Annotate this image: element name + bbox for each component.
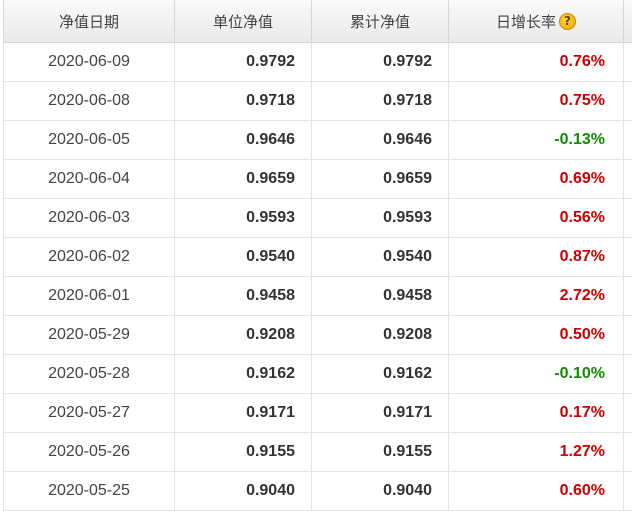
header-daily-growth: 日增长率? <box>448 0 624 43</box>
cell-date: 2020-05-29 <box>3 315 175 355</box>
header-row: 净值日期 单位净值 累计净值 日增长率? <box>3 0 632 43</box>
table-row: 2020-05-29 0.9208 0.9208 0.50% <box>3 315 632 355</box>
cell-accumulated-nav: 0.9162 <box>311 354 449 394</box>
cell-extra <box>623 354 632 394</box>
header-unit-nav: 单位净值 <box>174 0 312 43</box>
cell-unit-nav: 0.9155 <box>174 432 312 472</box>
cell-daily-growth: 0.76% <box>448 42 624 82</box>
cell-daily-growth: 0.75% <box>448 81 624 121</box>
cell-date: 2020-05-26 <box>3 432 175 472</box>
cell-date: 2020-05-25 <box>3 471 175 511</box>
question-mark-icon[interactable]: ? <box>559 12 576 30</box>
cell-daily-growth: 0.17% <box>448 393 624 433</box>
cell-unit-nav: 0.9040 <box>174 471 312 511</box>
header-daily-growth-label: 日增长率 <box>495 12 556 31</box>
cell-accumulated-nav: 0.9171 <box>311 393 449 433</box>
cell-unit-nav: 0.9540 <box>174 237 312 277</box>
table-row: 2020-06-08 0.9718 0.9718 0.75% <box>3 81 632 121</box>
cell-daily-growth: 0.60% <box>448 471 624 511</box>
cell-daily-growth: 0.69% <box>448 159 624 199</box>
cell-daily-growth: 0.50% <box>448 315 624 355</box>
cell-unit-nav: 0.9718 <box>174 81 312 121</box>
cell-accumulated-nav: 0.9208 <box>311 315 449 355</box>
table-row: 2020-06-01 0.9458 0.9458 2.72% <box>3 276 632 316</box>
table-body: 2020-06-09 0.9792 0.9792 0.76% 2020-06-08 0.9… <box>3 42 632 511</box>
cell-unit-nav: 0.9659 <box>174 159 312 199</box>
cell-extra <box>623 432 632 472</box>
cell-extra <box>623 81 632 121</box>
table-row: 2020-06-05 0.9646 0.9646 -0.13% <box>3 120 632 160</box>
table-row: 2020-05-28 0.9162 0.9162 -0.10% <box>3 354 632 394</box>
cell-daily-growth: -0.10% <box>448 354 624 394</box>
cell-daily-growth: 2.72% <box>448 276 624 316</box>
table-row: 2020-05-27 0.9171 0.9171 0.17% <box>3 393 632 433</box>
table-row: 2020-06-09 0.9792 0.9792 0.76% <box>3 42 632 82</box>
cell-extra <box>623 120 632 160</box>
cell-extra <box>623 315 632 355</box>
nav-history-table: 净值日期 单位净值 累计净值 日增长率? 2020-06-09 0.9792 0.9… <box>3 0 632 511</box>
cell-date: 2020-05-28 <box>3 354 175 394</box>
cell-accumulated-nav: 0.9659 <box>311 159 449 199</box>
header-extra-column <box>623 0 632 43</box>
cell-extra <box>623 198 632 238</box>
cell-extra <box>623 276 632 316</box>
cell-extra <box>623 159 632 199</box>
cell-accumulated-nav: 0.9646 <box>311 120 449 160</box>
cell-accumulated-nav: 0.9040 <box>311 471 449 511</box>
cell-date: 2020-05-27 <box>3 393 175 433</box>
cell-daily-growth: 0.56% <box>448 198 624 238</box>
table-row: 2020-05-25 0.9040 0.9040 0.60% <box>3 471 632 511</box>
cell-date: 2020-06-05 <box>3 120 175 160</box>
cell-accumulated-nav: 0.9155 <box>311 432 449 472</box>
cell-unit-nav: 0.9162 <box>174 354 312 394</box>
table-row: 2020-06-04 0.9659 0.9659 0.69% <box>3 159 632 199</box>
cell-unit-nav: 0.9208 <box>174 315 312 355</box>
cell-accumulated-nav: 0.9593 <box>311 198 449 238</box>
cell-unit-nav: 0.9593 <box>174 198 312 238</box>
cell-extra <box>623 42 632 82</box>
cell-accumulated-nav: 0.9540 <box>311 237 449 277</box>
cell-unit-nav: 0.9646 <box>174 120 312 160</box>
cell-date: 2020-06-03 <box>3 198 175 238</box>
cell-unit-nav: 0.9458 <box>174 276 312 316</box>
cell-daily-growth: 0.87% <box>448 237 624 277</box>
cell-accumulated-nav: 0.9718 <box>311 81 449 121</box>
cell-unit-nav: 0.9792 <box>174 42 312 82</box>
cell-date: 2020-06-02 <box>3 237 175 277</box>
cell-extra <box>623 471 632 511</box>
cell-accumulated-nav: 0.9792 <box>311 42 449 82</box>
nav-history-panel: 净值日期 单位净值 累计净值 日增长率? 2020-06-09 0.9792 0.9… <box>0 0 632 520</box>
table-header: 净值日期 单位净值 累计净值 日增长率? <box>3 0 632 43</box>
header-accumulated-nav: 累计净值 <box>311 0 449 43</box>
cell-extra <box>623 237 632 277</box>
cell-date: 2020-06-01 <box>3 276 175 316</box>
header-date: 净值日期 <box>3 0 175 43</box>
cell-date: 2020-06-09 <box>3 42 175 82</box>
cell-extra <box>623 393 632 433</box>
cell-daily-growth: -0.13% <box>448 120 624 160</box>
table-row: 2020-06-03 0.9593 0.9593 0.56% <box>3 198 632 238</box>
table-row: 2020-06-02 0.9540 0.9540 0.87% <box>3 237 632 277</box>
table-row: 2020-05-26 0.9155 0.9155 1.27% <box>3 432 632 472</box>
cell-unit-nav: 0.9171 <box>174 393 312 433</box>
cell-accumulated-nav: 0.9458 <box>311 276 449 316</box>
cell-date: 2020-06-04 <box>3 159 175 199</box>
cell-daily-growth: 1.27% <box>448 432 624 472</box>
cell-date: 2020-06-08 <box>3 81 175 121</box>
